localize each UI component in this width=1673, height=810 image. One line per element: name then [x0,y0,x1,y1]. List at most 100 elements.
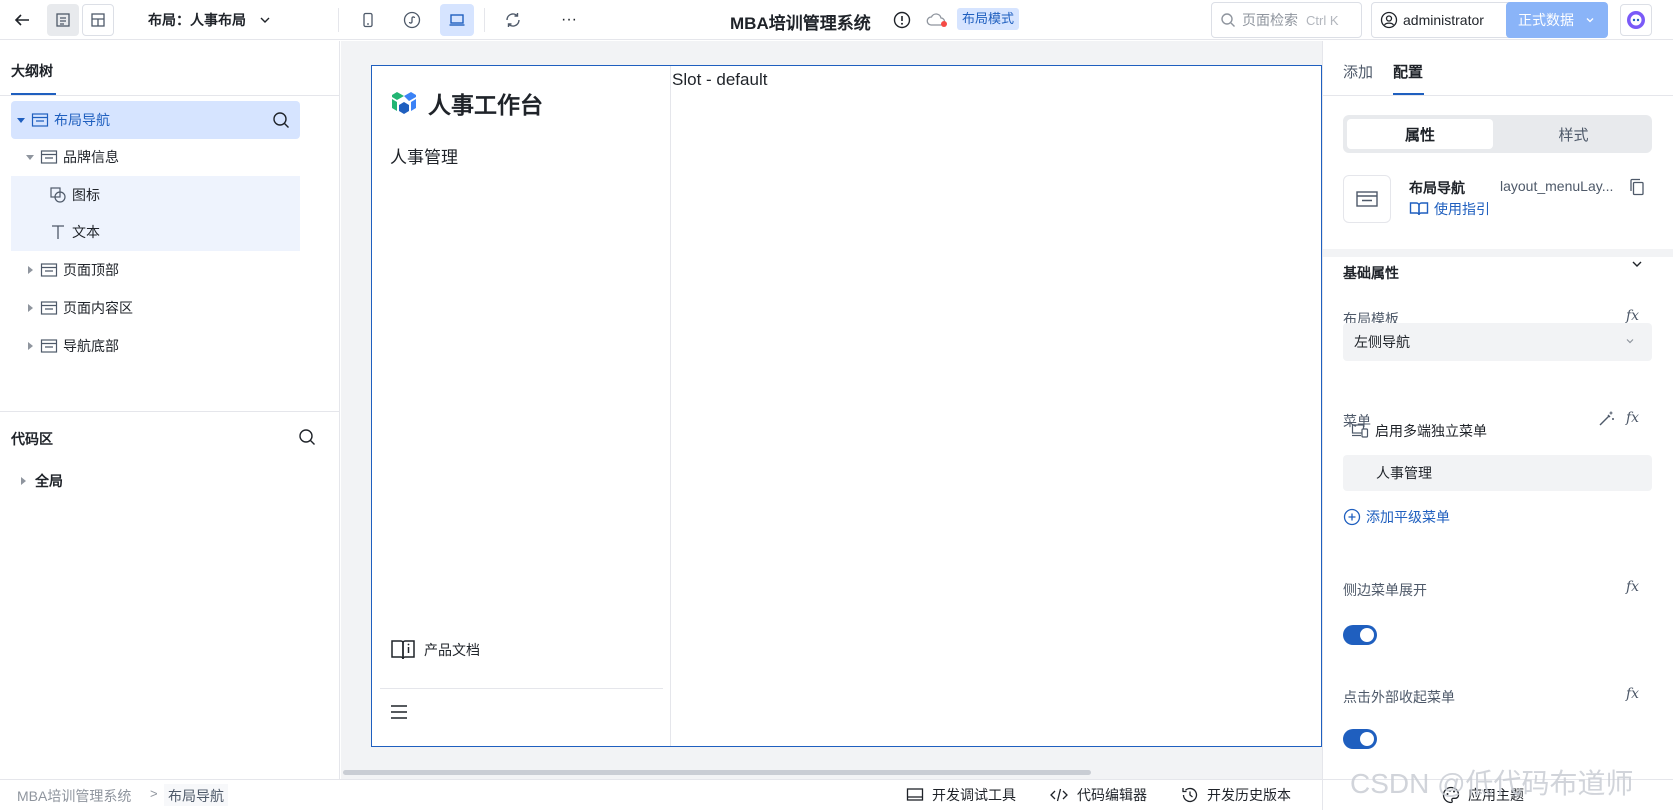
code-editor-label: 代码编辑器 [1077,787,1147,803]
pc-preview-button[interactable] [440,4,474,36]
layout-template-value: 左侧导航 [1354,334,1410,350]
multi-terminal-menu-toggle[interactable]: 启用多端独立菜单 [1351,421,1487,441]
tree-node-page-content[interactable]: 页面内容区 [11,289,300,327]
tree-node-layout-nav[interactable]: 布局导航 [11,101,300,139]
info-icon[interactable] [893,11,911,29]
layout-selector-label: 布局：人事布局 [148,12,246,28]
tree-node-text[interactable]: 文本 [11,213,300,251]
page-search-input[interactable]: 页面检索 Ctrl K [1211,2,1362,38]
tree-node-label: 文本 [72,224,100,240]
mobile-preview-button[interactable] [352,4,384,36]
divider [0,411,340,412]
side-expand-toggle[interactable] [1343,625,1377,645]
dev-tools-label: 开发调试工具 [932,787,1016,803]
add-sibling-menu-button[interactable]: 添加平级菜单 [1343,507,1450,527]
preview-sidebar: 人事工作台 人事管理 产品文档 [372,66,671,746]
back-button[interactable] [8,6,36,34]
section-divider [1323,249,1673,257]
tab-outline-tree[interactable]: 大纲树 [11,61,53,81]
user-icon [1380,11,1398,29]
dev-tools-button[interactable]: 开发调试工具 [906,785,1016,805]
usage-guide-link[interactable]: 使用指引 [1409,199,1490,219]
breadcrumb-component[interactable]: 布局导航 [164,784,228,806]
layout-icon [1356,191,1378,207]
add-menu-label: 添加平级菜单 [1366,509,1450,525]
username: administrator [1403,12,1484,28]
history-button[interactable]: 开发历史版本 [1181,785,1291,805]
book-open-icon [1409,202,1429,216]
toolbar-divider [338,8,339,32]
divider [380,688,663,689]
layout-view-button[interactable] [82,4,114,36]
fx-icon[interactable]: fx [1626,308,1639,324]
config-panel: 添加 配置 属性 样式 布局导航 layout_menuLay... 使用指引 … [1322,41,1673,779]
segment-properties[interactable]: 属性 [1347,119,1493,149]
menu-entry-item[interactable]: 人事管理 [1343,455,1652,491]
outline-view-button[interactable] [47,4,79,36]
more-button[interactable]: ··· [553,4,585,36]
multi-menu-label: 启用多端独立菜单 [1375,423,1487,439]
breadcrumb-app[interactable]: MBA培训管理系统 [17,786,131,806]
search-placeholder: 页面检索 [1242,12,1298,28]
code-editor-button[interactable]: 代码编辑器 [1049,785,1147,805]
slot-default-label: Slot - default [672,70,768,89]
user-menu[interactable]: administrator [1371,2,1523,38]
copy-icon[interactable] [1629,178,1645,196]
refresh-button[interactable] [497,4,529,36]
layout-preview-frame[interactable]: 人事工作台 人事管理 产品文档 Slot - default [371,65,1322,747]
fx-icon[interactable]: fx [1626,410,1639,426]
menu-toggle-icon[interactable] [390,704,408,720]
chevron-down-icon[interactable] [1630,257,1644,271]
chevron-down-icon [260,17,270,23]
divider [0,95,340,96]
click-collapse-label: 点击外部收起菜单 [1343,689,1455,705]
monitor-icon [906,788,924,801]
data-env-button[interactable]: 正式数据 [1506,2,1608,38]
magic-wand-icon[interactable] [1597,410,1615,428]
layout-icon [40,263,58,277]
book-info-icon [391,640,415,660]
caret-right-icon [28,342,33,350]
scrollbar-thumb[interactable] [343,770,1091,775]
caret-down-icon [26,155,34,160]
tree-node-page-header[interactable]: 页面顶部 [11,251,300,289]
miniapp-preview-button[interactable] [396,4,428,36]
shapes-icon [50,187,66,203]
layout-mode-badge[interactable]: 布局模式 [957,8,1020,30]
code-icon [1050,788,1068,802]
basic-props-title[interactable]: 基础属性 [1343,263,1399,283]
tree-node-icon[interactable]: 图标 [11,176,300,214]
history-label: 开发历史版本 [1207,787,1291,803]
product-doc-link[interactable]: 产品文档 [390,638,480,662]
tab-config[interactable]: 配置 [1393,61,1423,82]
tree-node-nav-footer[interactable]: 导航底部 [11,327,300,365]
component-id: layout_menuLay... [1500,178,1614,194]
brand-info[interactable]: 人事工作台 [390,86,543,120]
watermark-text: CSDN @低代码布道师 [1350,768,1634,799]
canvas-horizontal-scrollbar[interactable] [341,768,1322,776]
search-icon[interactable] [298,428,316,446]
caret-right-icon [28,266,33,274]
cloud-status-icon[interactable] [926,11,948,29]
search-icon[interactable] [272,111,290,129]
fx-icon[interactable]: fx [1626,686,1639,702]
caret-down-icon [17,118,25,123]
toolbar-divider [484,8,485,32]
layout-template-select[interactable]: 左侧导航 [1343,323,1652,361]
code-section-title: 代码区 [11,431,53,447]
fx-icon[interactable]: fx [1626,579,1639,595]
doc-link-label: 产品文档 [424,642,480,658]
tree-node-label: 全局 [35,473,63,489]
assistant-button[interactable] [1620,4,1652,36]
component-icon-box [1343,175,1391,223]
segment-style[interactable]: 样式 [1499,119,1648,149]
layout-selector[interactable]: 布局：人事布局 [148,10,272,30]
click-collapse-toggle[interactable] [1343,729,1377,749]
tree-node-brand[interactable]: 品牌信息 [11,138,300,176]
text-icon [52,225,64,239]
brand-logo-icon [392,92,416,114]
tab-add[interactable]: 添加 [1343,61,1373,82]
layout-icon [40,150,58,164]
preview-menu-item[interactable]: 人事管理 [390,143,458,168]
tree-node-global[interactable]: 全局 [18,471,63,491]
